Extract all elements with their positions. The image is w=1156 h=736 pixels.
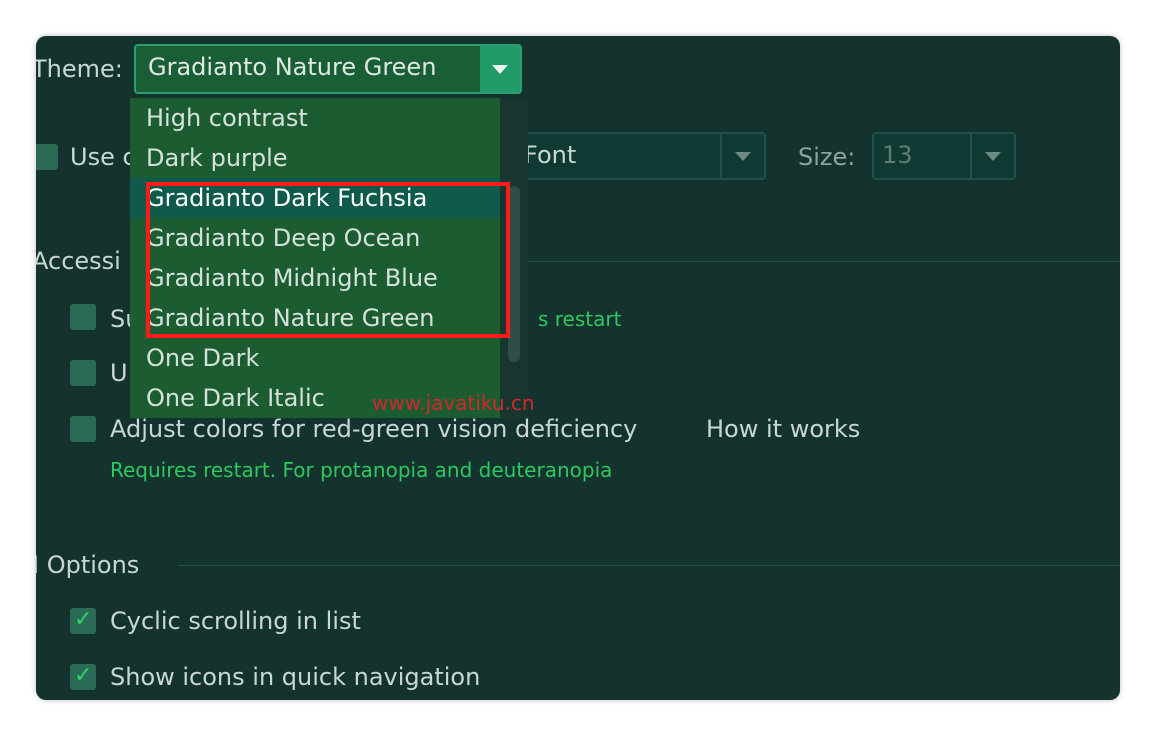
theme-combo[interactable]: Gradianto Nature Green (134, 44, 522, 94)
accessibility-option2-checkbox[interactable] (70, 360, 96, 386)
accessibility-section-title: Accessi (36, 247, 121, 275)
theme-option-gradianto-midnight-blue[interactable]: Gradianto Midnight Blue (130, 258, 500, 298)
theme-dropdown-list: High contrast Dark purple Gradianto Dark… (130, 98, 528, 418)
chevron-down-icon[interactable] (970, 134, 1014, 178)
chevron-down-icon[interactable] (480, 46, 520, 92)
accessibility-option2-label: U (110, 359, 128, 387)
ui-options-divider (178, 565, 1120, 566)
ui-options-section-title: I Options (36, 551, 140, 579)
size-label: Size: (798, 143, 856, 171)
use-custom-font-checkbox[interactable] (36, 144, 58, 170)
theme-option-gradianto-nature-green[interactable]: Gradianto Nature Green (130, 298, 500, 338)
checkmark-icon: ✓ (74, 607, 93, 632)
use-custom-font-label: Use c (70, 143, 136, 171)
cyclic-scrolling-label: Cyclic scrolling in list (110, 607, 361, 635)
accessibility-divider (506, 261, 1120, 262)
show-icons-checkbox[interactable]: ✓ (70, 663, 96, 690)
theme-combo-value: Gradianto Nature Green (148, 53, 437, 81)
size-combo-value: 13 (882, 141, 913, 169)
size-combo[interactable]: 13 (872, 132, 1016, 180)
theme-option-one-dark[interactable]: One Dark (130, 338, 500, 378)
checkmark-icon: ✓ (74, 663, 93, 688)
theme-option-gradianto-deep-ocean[interactable]: Gradianto Deep Ocean (130, 218, 500, 258)
color-deficiency-note: Requires restart. For protanopia and deu… (110, 458, 613, 482)
font-combo[interactable]: Font (498, 132, 766, 180)
settings-window: Theme: Gradianto Nature Green Use c Font… (36, 36, 1120, 700)
color-deficiency-label: Adjust colors for red-green vision defic… (110, 415, 638, 443)
dropdown-scrollbar[interactable] (500, 98, 528, 418)
theme-option-gradianto-dark-fuchsia[interactable]: Gradianto Dark Fuchsia (130, 178, 500, 218)
theme-option-dark-purple[interactable]: Dark purple (130, 138, 500, 178)
watermark-text: www.javatiku.cn (372, 391, 535, 415)
show-icons-label: Show icons in quick navigation (110, 663, 481, 691)
cyclic-scrolling-checkbox[interactable]: ✓ (70, 607, 96, 634)
accessibility-option1-checkbox[interactable] (70, 304, 96, 330)
how-it-works-link[interactable]: How it works (706, 414, 860, 444)
chevron-down-icon[interactable] (720, 134, 764, 178)
font-combo-value: Font (524, 141, 577, 169)
accessibility-option1-note: s restart (538, 307, 622, 331)
dropdown-scrollbar-thumb[interactable] (508, 186, 520, 362)
theme-label: Theme: (36, 55, 123, 83)
color-deficiency-checkbox[interactable] (70, 416, 96, 442)
theme-option-high-contrast[interactable]: High contrast (130, 98, 500, 138)
